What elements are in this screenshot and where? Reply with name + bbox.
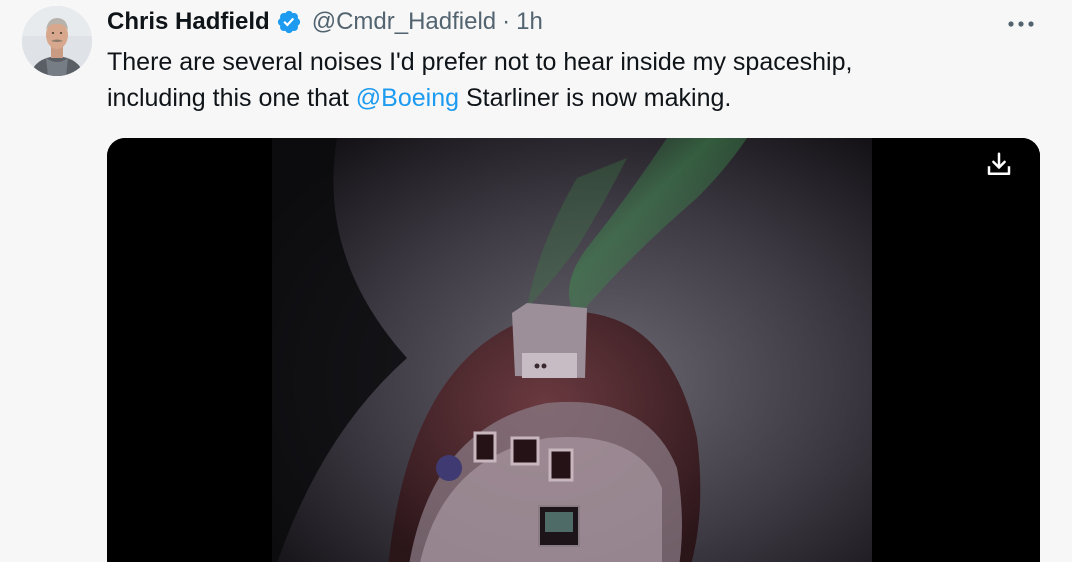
tweet-text-prefix: including this one that (107, 84, 356, 112)
tweet: Chris Hadfield @Cmdr_Hadfield · 1h There… (0, 0, 1072, 562)
avatar-image (22, 6, 92, 76)
mention-link[interactable]: @Boeing (356, 84, 459, 112)
tweet-media[interactable] (107, 138, 1040, 562)
timestamp[interactable]: 1h (516, 8, 543, 36)
verified-badge-icon (277, 10, 300, 34)
tweet-text-suffix: Starliner is now making. (459, 84, 732, 112)
download-icon[interactable] (984, 150, 1014, 180)
tweet-text-line-1: There are several noises I'd prefer not … (107, 48, 853, 76)
more-options-icon[interactable] (1006, 16, 1036, 32)
author-name[interactable]: Chris Hadfield (107, 8, 270, 36)
author-handle[interactable]: @Cmdr_Hadfield (312, 8, 496, 36)
tweet-text: There are several noises I'd prefer not … (107, 44, 1007, 116)
separator-dot: · (502, 8, 511, 35)
avatar[interactable] (22, 6, 92, 76)
tweet-text-line-2: including this one that @Boeing Starline… (107, 80, 1007, 116)
video-frame (107, 138, 1040, 562)
tweet-header: Chris Hadfield @Cmdr_Hadfield · 1h (107, 6, 543, 38)
